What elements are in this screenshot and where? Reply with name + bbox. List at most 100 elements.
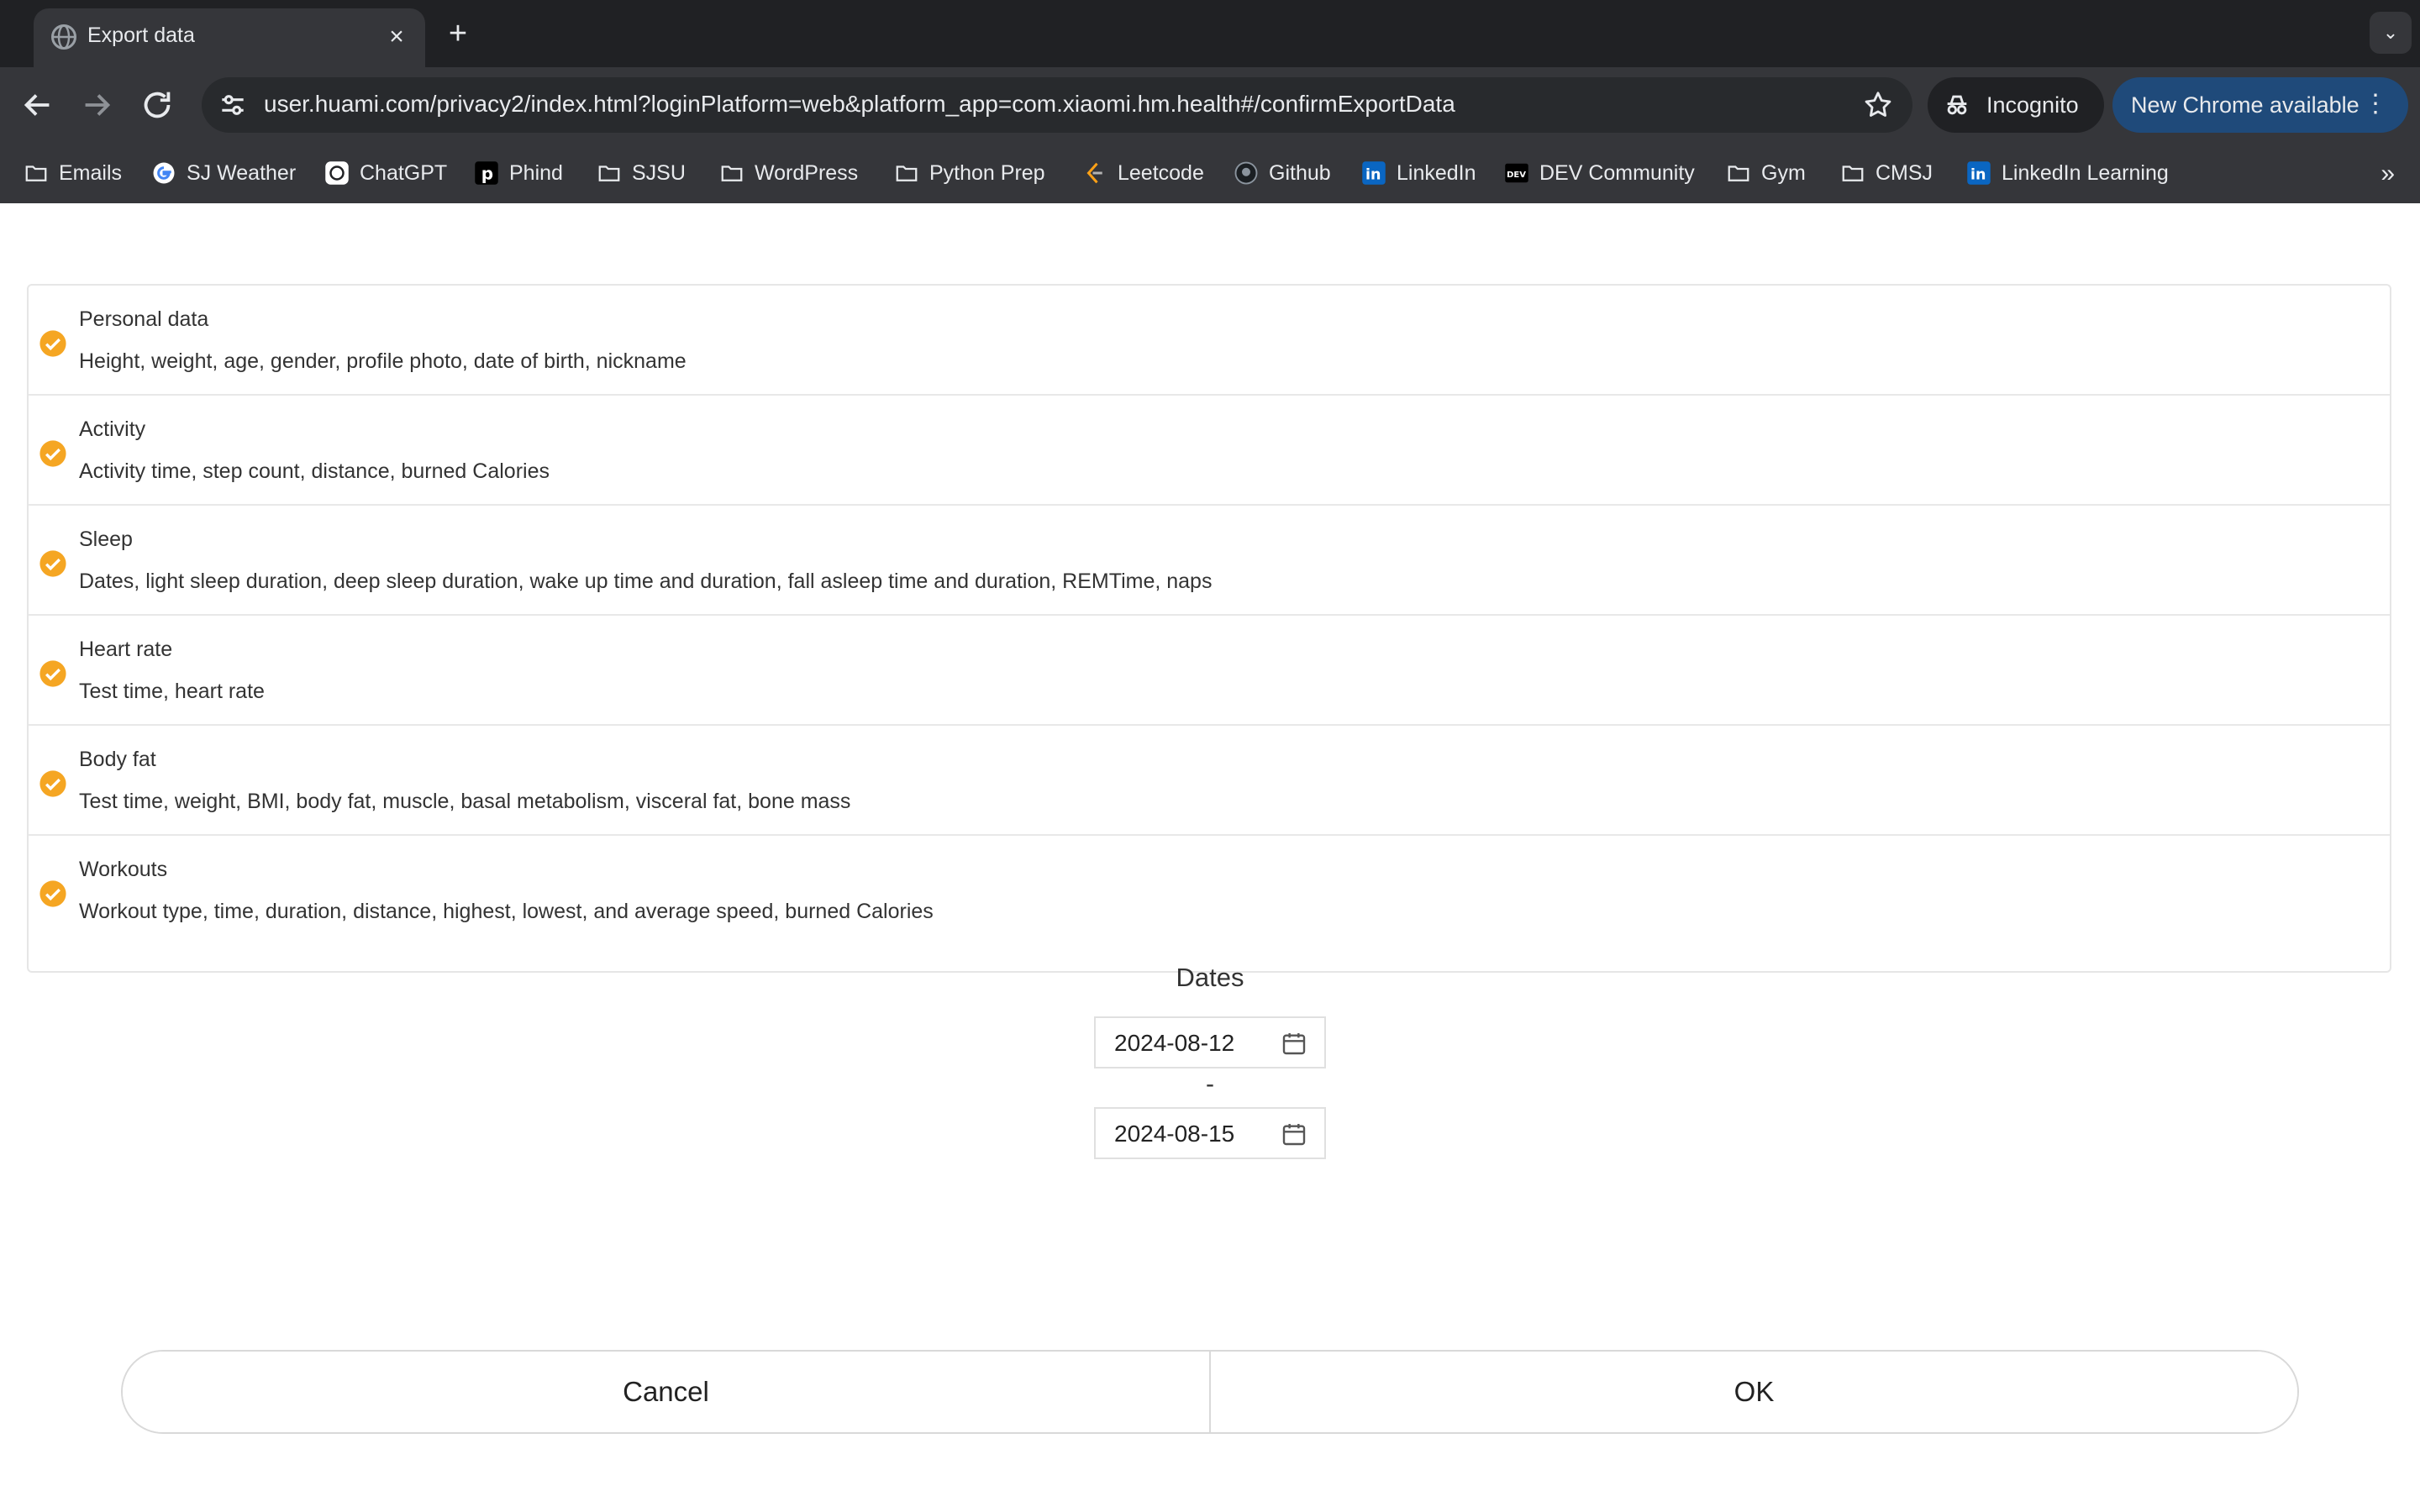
bookmark-label: CMSJ (1876, 160, 1933, 185)
dev-icon: DEV (1505, 163, 1528, 183)
linkedin-icon: in (1362, 161, 1386, 185)
github-icon (1234, 161, 1258, 185)
bookmark-item[interactable]: WordPress (719, 158, 858, 188)
leetcode-icon (1086, 162, 1102, 184)
list-item[interactable]: Sleep Dates, light sleep duration, deep … (29, 506, 2390, 616)
list-item[interactable]: Workouts Workout type, time, duration, d… (29, 836, 2390, 944)
bookmark-item[interactable]: Leetcode (1082, 158, 1204, 188)
list-item[interactable]: Activity Activity time, step count, dist… (29, 396, 2390, 506)
bookmark-item[interactable]: Github (1234, 158, 1331, 188)
update-label: New Chrome available (2131, 92, 2360, 118)
bookmark-label: Leetcode (1118, 160, 1204, 185)
incognito-label: Incognito (1986, 92, 2079, 118)
browser-tab[interactable]: Export data × (34, 8, 425, 67)
folder-icon (1728, 165, 1749, 181)
back-arrow-icon[interactable] (18, 86, 57, 124)
folder-icon (721, 165, 743, 181)
bookmark-item[interactable]: in LinkedIn (1361, 158, 1476, 188)
bookmark-item[interactable]: Gym (1726, 158, 1806, 188)
date-separator: - (1206, 1070, 1214, 1098)
cancel-button[interactable]: Cancel (123, 1352, 1209, 1432)
category-title: Body fat (79, 748, 156, 771)
bookmark-label: LinkedIn Learning (2002, 160, 2169, 185)
ok-button[interactable]: OK (1211, 1352, 2297, 1432)
end-date-field[interactable]: 2024-08-15 (1094, 1107, 1326, 1159)
calendar-icon[interactable] (1281, 1030, 1307, 1057)
export-category-list: Personal data Height, weight, age, gende… (27, 284, 2391, 973)
folder-icon (896, 165, 918, 181)
forward-arrow-icon[interactable] (77, 86, 116, 124)
bookmark-item[interactable]: SJSU (597, 158, 686, 188)
tab-strip: Export data × + ⌄ (0, 0, 2420, 67)
url-text[interactable]: user.huami.com/privacy2/index.html?login… (264, 91, 1455, 118)
tab-title: Export data (87, 24, 195, 47)
check-circle-icon[interactable] (39, 659, 67, 688)
list-item[interactable]: Body fat Test time, weight, BMI, body fa… (29, 726, 2390, 836)
check-circle-icon[interactable] (39, 439, 67, 468)
calendar-icon[interactable] (1281, 1121, 1307, 1147)
close-icon[interactable]: × (380, 20, 413, 54)
more-vert-icon[interactable]: ⋮ (2363, 89, 2388, 118)
bookmark-label: Emails (59, 160, 123, 185)
bookmark-label: ChatGPT (360, 160, 448, 185)
chatgpt-icon (325, 161, 349, 185)
incognito-icon (1947, 95, 1967, 115)
address-bar[interactable]: user.huami.com/privacy2/index.html?login… (202, 77, 1912, 133)
bookmark-item[interactable]: ChatGPT (324, 158, 447, 188)
bookmark-item[interactable]: Emails (24, 158, 122, 188)
google-icon (153, 162, 175, 184)
double-chevron-right-icon[interactable]: » (2381, 160, 2395, 188)
bookmark-item[interactable]: p Phind (474, 158, 563, 188)
check-circle-icon[interactable] (39, 329, 67, 358)
start-date-value[interactable]: 2024-08-12 (1114, 1030, 1234, 1057)
star-icon[interactable] (1862, 89, 1894, 121)
bookmark-label: SJSU (632, 160, 686, 185)
folder-icon (25, 165, 47, 181)
plus-icon[interactable]: + (437, 13, 479, 55)
action-buttons: Cancel OK (121, 1350, 2299, 1434)
folder-icon (1842, 165, 1864, 181)
category-description: Height, weight, age, gender, profile pho… (79, 349, 687, 373)
globe-icon (51, 24, 76, 50)
check-circle-icon[interactable] (39, 549, 67, 578)
category-description: Activity time, step count, distance, bur… (79, 459, 550, 483)
list-item[interactable]: Heart rate Test time, heart rate (29, 616, 2390, 726)
phind-icon: p (475, 161, 498, 185)
folder-icon (598, 165, 620, 181)
list-item[interactable]: Personal data Height, weight, age, gende… (29, 286, 2390, 396)
category-description: Dates, light sleep duration, deep sleep … (79, 570, 1213, 593)
category-description: Test time, heart rate (79, 680, 265, 703)
bookmark-label: Github (1269, 160, 1331, 185)
category-description: Test time, weight, BMI, body fat, muscle… (79, 790, 851, 813)
bookmark-label: Gym (1761, 160, 1806, 185)
export-data-page: Personal data Height, weight, age, gende… (0, 203, 2420, 1512)
svg-text:DEV: DEV (1507, 171, 1526, 180)
bookmark-item[interactable]: Python Prep (894, 158, 1045, 188)
bookmark-label: Phind (509, 160, 563, 185)
update-chrome-button[interactable]: New Chrome available ⋮ (2112, 77, 2408, 133)
bookmark-item[interactable]: DEV DEV Community (1504, 158, 1695, 188)
category-title: Sleep (79, 528, 133, 551)
category-description: Workout type, time, duration, distance, … (79, 900, 934, 923)
browser-chrome: Export data × + ⌄ user.huami.com/privacy… (0, 0, 2420, 203)
end-date-value[interactable]: 2024-08-15 (1114, 1121, 1234, 1147)
bookmark-item[interactable]: SJ Weather (151, 158, 296, 188)
bookmark-label: DEV Community (1539, 160, 1695, 185)
check-circle-icon[interactable] (39, 879, 67, 908)
incognito-badge[interactable]: Incognito (1928, 77, 2104, 133)
tune-icon[interactable] (217, 89, 249, 121)
bookmark-item[interactable]: CMSJ (1840, 158, 1933, 188)
start-date-field[interactable]: 2024-08-12 (1094, 1016, 1326, 1068)
dates-title: Dates (1176, 963, 1244, 992)
check-circle-icon[interactable] (39, 769, 67, 798)
bookmark-label: WordPress (755, 160, 859, 185)
bookmark-label: Python Prep (929, 160, 1045, 185)
bookmark-label: SJ Weather (187, 160, 297, 185)
svg-text:in: in (1365, 167, 1381, 184)
toolbar: user.huami.com/privacy2/index.html?login… (0, 67, 2420, 143)
bookmark-item[interactable]: in LinkedIn Learning (1966, 158, 2169, 188)
linkedin-icon: in (1967, 161, 1991, 185)
category-title: Personal data (79, 307, 209, 331)
reload-icon[interactable] (138, 86, 176, 124)
chevron-down-icon[interactable]: ⌄ (2370, 12, 2412, 54)
